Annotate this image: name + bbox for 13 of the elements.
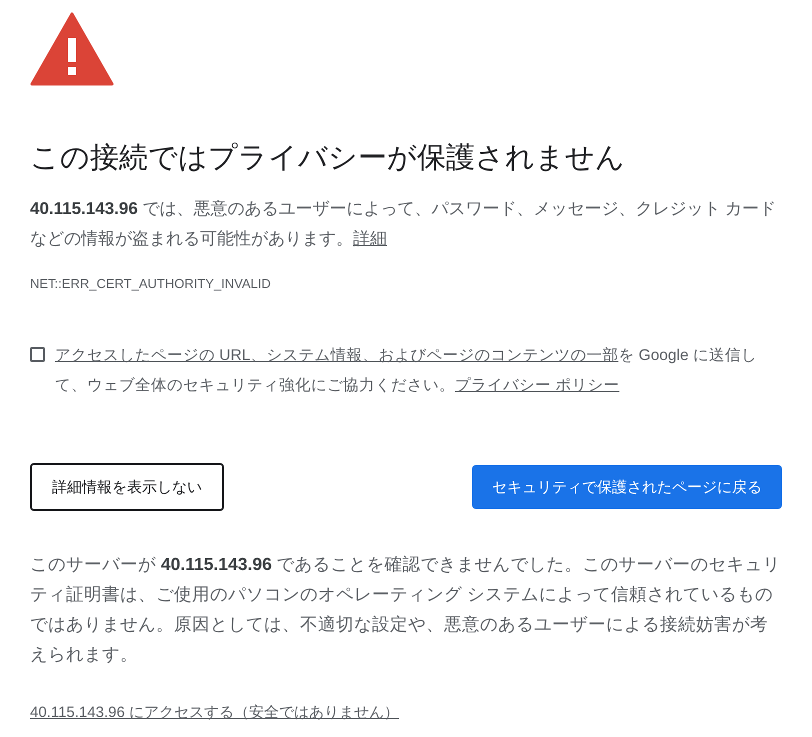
explanation-text: このサーバーが 40.115.143.96 であることを確認できませんでした。このサーバーのセキュリティ証明書は、ご使用のパソコンのオペレーティング システムによって信頼されているものではありません。原因としては、不適切な設定や、悪意のあるユーザーによる接続妨害が考えられます。 [30,553,782,666]
report-text: アクセスしたページの URL、システム情報、およびページのコンテンツの一部を Google に送信して、ウェブ全体のセキュリティ強化にご協力ください。プライバシー ポリシー [55,346,758,396]
back-to-safety-button[interactable]: セキュリティで保護されたページに戻る [472,465,782,509]
hide-details-button[interactable]: 詳細情報を表示しない [30,463,224,511]
checkbox[interactable] [30,347,45,362]
warning-text: 40.115.143.96 では、悪意のあるユーザーによって、パスワード、メッセージ、クレジット カードなどの情報が盗まれる可能性があります。詳細 [30,198,778,250]
proceed-link[interactable]: 40.115.143.96 にアクセスする（安全ではありません） [30,703,399,722]
error-code: NET::ERR_CERT_AUTHORITY_INVALID [30,276,271,291]
page-title: この接続ではプライバシーが保護されません [30,141,626,176]
warning-icon [30,12,114,86]
details-link[interactable]: 詳細 [353,229,387,248]
privacy-policy-link[interactable]: プライバシー ポリシー [455,377,620,394]
report-link[interactable]: アクセスしたページの URL、システム情報、およびページのコンテンツの一部 [55,347,618,364]
